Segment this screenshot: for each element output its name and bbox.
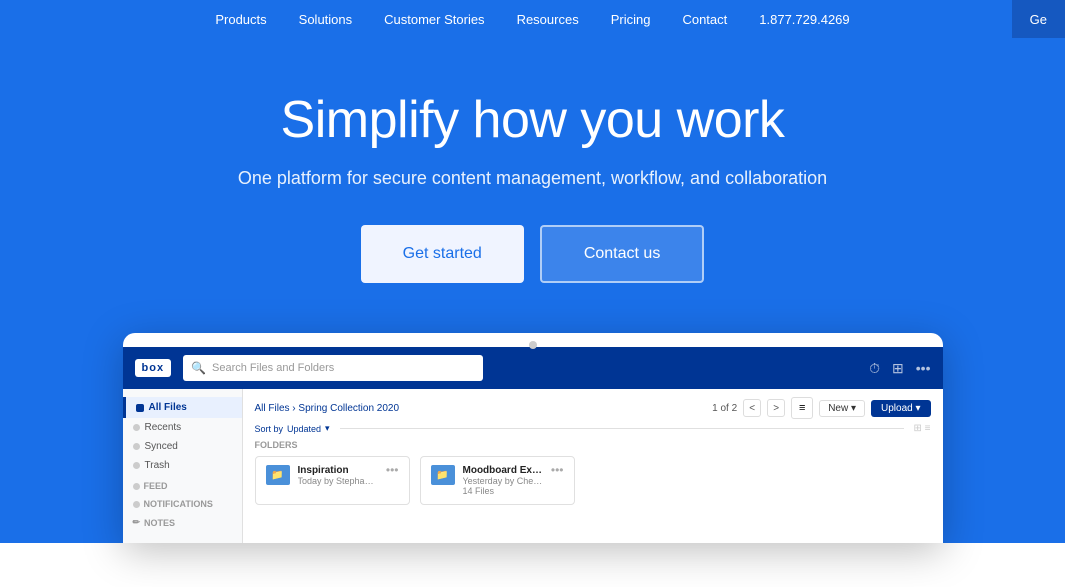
search-icon: 🔍	[191, 361, 206, 375]
trash-dot	[133, 462, 140, 469]
sidebar-feed-label: Feed	[144, 481, 168, 491]
folder-meta-moodboard: Yesterday by Chester Weed	[463, 476, 543, 486]
sort-row: Sort by Updated ▾ ⊞ ≡	[255, 423, 931, 434]
view-icons[interactable]: ⊞ ≡	[914, 423, 931, 434]
box-search-bar[interactable]: 🔍 Search Files and Folders	[183, 355, 483, 381]
search-placeholder: Search Files and Folders	[212, 362, 334, 374]
recents-dot	[133, 424, 140, 431]
notif-dot	[133, 501, 140, 508]
sidebar-trash-label: Trash	[145, 460, 170, 471]
folder-info-moodboard: Moodboard Examples Yesterday by Chester …	[463, 465, 543, 496]
nav-solutions[interactable]: Solutions	[299, 12, 352, 27]
folder-icon-moodboard: 📁	[431, 465, 455, 485]
box-header-right: ⏱ ⊞ •••	[869, 360, 930, 377]
sort-icon-button[interactable]: ≡	[791, 397, 813, 419]
nav-get-started-button[interactable]: Ge	[1012, 0, 1065, 38]
folder-card-moodboard[interactable]: 📁 Moodboard Examples Yesterday by Cheste…	[420, 456, 575, 505]
main-nav: Products Solutions Customer Stories Reso…	[0, 0, 1065, 38]
prev-page-button[interactable]: <	[743, 399, 761, 417]
breadcrumb-collection: Spring Collection 2020	[298, 403, 399, 414]
folder-meta-inspiration: Today by Stephanie Lark	[298, 476, 378, 486]
sidebar-section-feed: Feed	[123, 475, 242, 493]
folder-more-inspiration[interactable]: •••	[386, 463, 399, 477]
sidebar-item-recents[interactable]: Recents	[123, 418, 242, 437]
notes-icon: ✏	[133, 517, 141, 528]
sort-arrow: ▾	[325, 423, 330, 434]
hero-subtitle: One platform for secure content manageme…	[238, 168, 827, 189]
nav-customer-stories[interactable]: Customer Stories	[384, 12, 484, 27]
app-preview-section: box 🔍 Search Files and Folders ⏱ ⊞ ••• A…	[0, 323, 1065, 543]
folder-sub-moodboard: 14 Files	[463, 486, 543, 496]
sidebar-item-synced[interactable]: Synced	[123, 437, 242, 456]
breadcrumb-row: All Files › Spring Collection 2020 1 of …	[255, 397, 931, 419]
sidebar-notifications-label: Notifications	[144, 499, 213, 509]
more-icon[interactable]: •••	[916, 360, 931, 376]
hero-section: Simplify how you work One platform for s…	[0, 38, 1065, 323]
sidebar-item-all-files[interactable]: All Files	[123, 397, 242, 418]
nav-products[interactable]: Products	[215, 12, 266, 27]
app-window: box 🔍 Search Files and Folders ⏱ ⊞ ••• A…	[123, 333, 943, 543]
sidebar-synced-label: Synced	[145, 441, 178, 452]
box-logo: box	[135, 359, 172, 377]
nav-resources[interactable]: Resources	[517, 12, 579, 27]
folder-name-inspiration: Inspiration	[298, 465, 378, 476]
folder-more-moodboard[interactable]: •••	[551, 463, 564, 477]
folder-icon-inspiration: 📁	[266, 465, 290, 485]
sidebar-item-trash[interactable]: Trash	[123, 456, 242, 475]
nav-contact[interactable]: Contact	[682, 12, 727, 27]
nav-phone: 1.877.729.4269	[759, 12, 849, 27]
breadcrumb: All Files › Spring Collection 2020	[255, 403, 400, 414]
window-dot	[529, 341, 537, 349]
get-started-button[interactable]: Get started	[361, 225, 524, 283]
sort-by-label: Sort by	[255, 424, 284, 434]
folder-card-inspiration[interactable]: 📁 Inspiration Today by Stephanie Lark ••…	[255, 456, 410, 505]
hero-title: Simplify how you work	[281, 90, 785, 150]
hero-buttons: Get started Contact us	[361, 225, 705, 283]
next-page-button[interactable]: >	[767, 399, 785, 417]
folder-info-inspiration: Inspiration Today by Stephanie Lark	[298, 465, 378, 486]
all-files-dot	[136, 404, 144, 412]
nav-pricing[interactable]: Pricing	[611, 12, 651, 27]
sidebar-notes-label: Notes	[144, 518, 175, 528]
box-body: All Files Recents Synced Trash Feed	[123, 389, 943, 543]
sidebar-all-files-label: All Files	[149, 402, 187, 413]
page-info: 1 of 2	[712, 403, 737, 414]
folders-grid: 📁 Inspiration Today by Stephanie Lark ••…	[255, 456, 931, 505]
new-button[interactable]: New ▾	[819, 400, 865, 417]
box-header: box 🔍 Search Files and Folders ⏱ ⊞ •••	[123, 347, 943, 389]
breadcrumb-actions: 1 of 2 < > ≡ New ▾ Upload ▾	[712, 397, 930, 419]
box-sidebar: All Files Recents Synced Trash Feed	[123, 389, 243, 543]
clock-icon[interactable]: ⏱	[869, 360, 880, 377]
folder-name-moodboard: Moodboard Examples	[463, 465, 543, 476]
folders-label: FOLDERS	[255, 440, 931, 450]
layout-icon[interactable]: ⊞	[892, 360, 904, 377]
sidebar-recents-label: Recents	[145, 422, 182, 433]
contact-us-button[interactable]: Contact us	[540, 225, 704, 283]
upload-button[interactable]: Upload ▾	[871, 400, 931, 417]
box-main-content: All Files › Spring Collection 2020 1 of …	[243, 389, 943, 543]
sidebar-section-notes: ✏ Notes	[123, 511, 242, 530]
feed-dot	[133, 483, 140, 490]
synced-dot	[133, 443, 140, 450]
breadcrumb-all-files[interactable]: All Files	[255, 403, 290, 414]
sort-value[interactable]: Updated	[287, 424, 321, 434]
sort-divider	[340, 428, 904, 429]
sidebar-section-notifications: Notifications	[123, 493, 242, 511]
